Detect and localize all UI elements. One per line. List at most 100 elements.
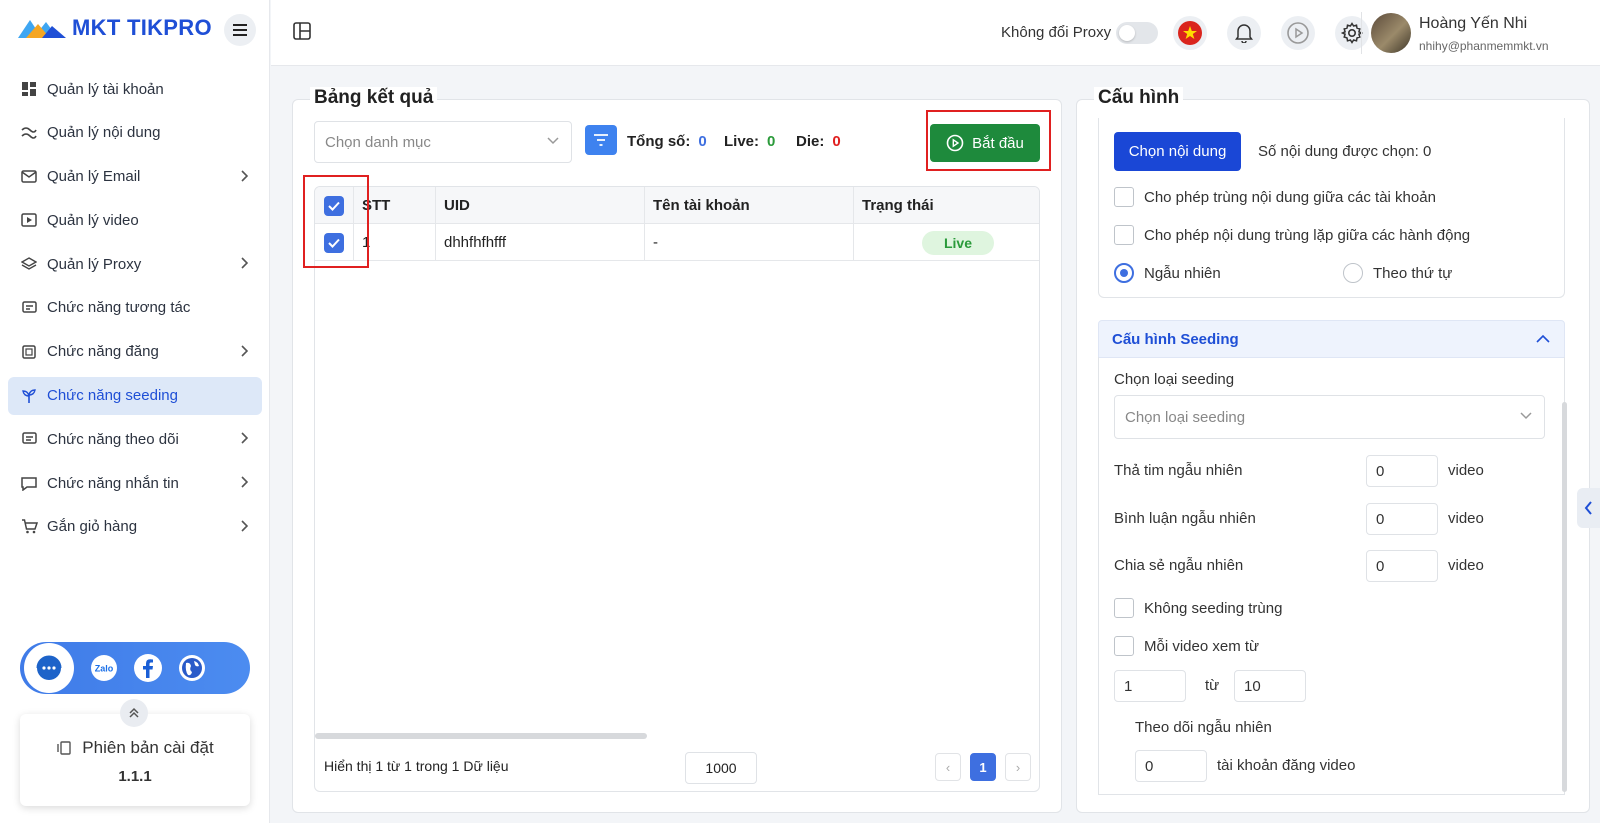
sidebar-item-email-management[interactable]: Quản lý Email — [8, 158, 262, 196]
sequential-label: Theo thứ tự — [1373, 265, 1453, 282]
logo-text: MKT TIKPRO — [72, 15, 212, 40]
table-row[interactable]: 1 dhhfhfhfff - Live — [315, 224, 1039, 261]
proxy-toggle[interactable] — [1116, 22, 1158, 44]
comment-random-input[interactable]: 0 — [1366, 503, 1438, 535]
language-button[interactable] — [1173, 16, 1207, 50]
sidebar-item-video-management[interactable]: Quản lý video — [8, 201, 262, 239]
sidebar-item-label: Quản lý video — [47, 211, 139, 229]
horizontal-scrollbar[interactable] — [315, 733, 647, 739]
sidebar-item-label: Chức năng tương tác — [47, 299, 191, 317]
page-button-1[interactable]: 1 — [970, 753, 996, 781]
message-icon — [20, 474, 38, 492]
sequential-radio[interactable] — [1343, 263, 1363, 283]
app-logo[interactable]: MKT TIKPRO — [16, 14, 212, 42]
no-dup-seeding-checkbox[interactable] — [1114, 598, 1134, 618]
chevron-right-icon — [240, 257, 248, 269]
start-button[interactable]: Bắt đầu — [930, 124, 1040, 162]
sidebar-item-label: Chức năng nhắn tin — [47, 474, 179, 492]
watch-to-input[interactable]: 10 — [1234, 670, 1306, 702]
layout-toggle-button[interactable] — [293, 22, 311, 40]
seeding-type-select[interactable]: Chọn loại seeding — [1114, 395, 1545, 439]
menu-toggle-button[interactable] — [224, 14, 256, 46]
filter-button[interactable] — [585, 125, 617, 155]
prev-page-button[interactable]: ‹ — [935, 753, 961, 781]
svg-text:Zalo: Zalo — [95, 664, 114, 674]
website-button[interactable] — [170, 648, 214, 688]
gear-icon — [1341, 22, 1363, 44]
follow-random-label: Theo dõi ngẫu nhiên — [1135, 719, 1272, 736]
play-circle-icon — [946, 134, 964, 152]
next-page-button[interactable]: › — [1005, 753, 1031, 781]
allow-dup-accounts-checkbox[interactable] — [1114, 187, 1134, 207]
watch-range-label: Mỗi video xem từ — [1144, 638, 1260, 655]
no-dup-seeding-label: Không seeding trùng — [1144, 600, 1283, 617]
category-select[interactable]: Chọn danh mục — [314, 121, 572, 163]
live-stat: Live: 0 — [724, 133, 776, 150]
status-badge: Live — [922, 230, 994, 255]
side-panel-tab[interactable] — [1577, 488, 1600, 528]
collapse-button[interactable] — [120, 699, 148, 727]
logo-icon — [18, 20, 66, 38]
share-random-label: Chia sẻ ngẫu nhiên — [1114, 557, 1244, 574]
content-icon — [20, 124, 38, 142]
sidebar-item-account-management[interactable]: Quản lý tài khoản — [8, 70, 262, 108]
col-uid[interactable]: UID — [435, 187, 644, 224]
allow-dup-actions-label: Cho phép nội dung trùng lặp giữa các hàn… — [1144, 227, 1471, 244]
version-number: 1.1.1 — [118, 768, 152, 785]
col-account-name[interactable]: Tên tài khoản — [644, 187, 853, 224]
chevron-right-icon — [240, 345, 248, 357]
chevron-down-icon — [547, 137, 559, 145]
sidebar-item-messaging[interactable]: Chức năng nhắn tin — [8, 464, 262, 502]
sidebar-item-follow[interactable]: Chức năng theo dõi — [8, 420, 262, 458]
avatar[interactable] — [1371, 13, 1411, 53]
sidebar-item-interaction[interactable]: Chức năng tương tác — [8, 289, 262, 327]
sidebar-item-seeding[interactable]: Chức năng seeding — [8, 376, 262, 415]
settings-button[interactable] — [1335, 16, 1369, 50]
selected-content-count: Số nội dung được chọn: 0 — [1258, 143, 1432, 160]
bell-icon — [1235, 24, 1253, 43]
notifications-button[interactable] — [1227, 16, 1261, 50]
proxy-label: Không đổi Proxy — [1001, 24, 1112, 41]
play-button[interactable] — [1281, 16, 1315, 50]
config-scrollbar[interactable] — [1562, 402, 1567, 792]
version-label: Phiên bản cài đặt — [82, 738, 214, 757]
facebook-button[interactable] — [126, 648, 170, 688]
heart-random-label: Thả tim ngẫu nhiên — [1114, 462, 1243, 479]
col-status[interactable]: Trạng thái — [853, 187, 1039, 224]
filter-icon — [594, 134, 608, 146]
seeding-type-label: Chọn loại seeding — [1114, 371, 1235, 388]
sidebar-item-proxy-management[interactable]: Quản lý Proxy — [8, 245, 262, 283]
follow-random-input[interactable]: 0 — [1135, 750, 1207, 782]
support-chat-button[interactable] — [24, 643, 74, 693]
chevrons-up-icon — [129, 707, 139, 718]
allow-dup-actions-checkbox[interactable] — [1114, 225, 1134, 245]
heart-random-input[interactable]: 0 — [1366, 455, 1438, 487]
seeding-type-placeholder: Chọn loại seeding — [1125, 408, 1246, 426]
die-value: 0 — [832, 133, 841, 150]
user-email: nhihy@phanmemmkt.vn — [1419, 39, 1549, 53]
share-random-input[interactable]: 0 — [1366, 550, 1438, 582]
layers-icon — [20, 255, 38, 273]
seeding-config-header[interactable]: Cấu hình Seeding — [1098, 320, 1565, 358]
chevron-right-icon — [240, 520, 248, 532]
sidebar-item-post[interactable]: Chức năng đăng — [8, 333, 262, 371]
config-title: Cấu hình — [1094, 87, 1184, 109]
follow-unit: tài khoản đăng video — [1217, 757, 1356, 774]
watch-from-input[interactable]: 1 — [1114, 670, 1186, 702]
choose-content-button[interactable]: Chọn nội dung — [1114, 132, 1241, 171]
sidebar-item-label: Chức năng theo dõi — [47, 430, 179, 448]
checkbox-highlight — [303, 175, 369, 268]
social-bar: Zalo — [20, 642, 250, 694]
sidebar-item-cart[interactable]: Gắn giỏ hàng — [8, 508, 262, 546]
sidebar-item-content-management[interactable]: Quản lý nội dung — [8, 114, 262, 152]
total-value: 0 — [698, 133, 707, 150]
cart-icon — [20, 518, 38, 536]
page-size-input[interactable]: 1000 — [685, 752, 757, 784]
watch-range-checkbox[interactable] — [1114, 636, 1134, 656]
interaction-icon — [20, 299, 38, 317]
heart-unit: video — [1448, 462, 1484, 479]
die-stat: Die: 0 — [796, 133, 841, 150]
random-radio[interactable] — [1114, 263, 1134, 283]
zalo-button[interactable]: Zalo — [82, 648, 126, 688]
chevron-right-icon — [240, 170, 248, 182]
